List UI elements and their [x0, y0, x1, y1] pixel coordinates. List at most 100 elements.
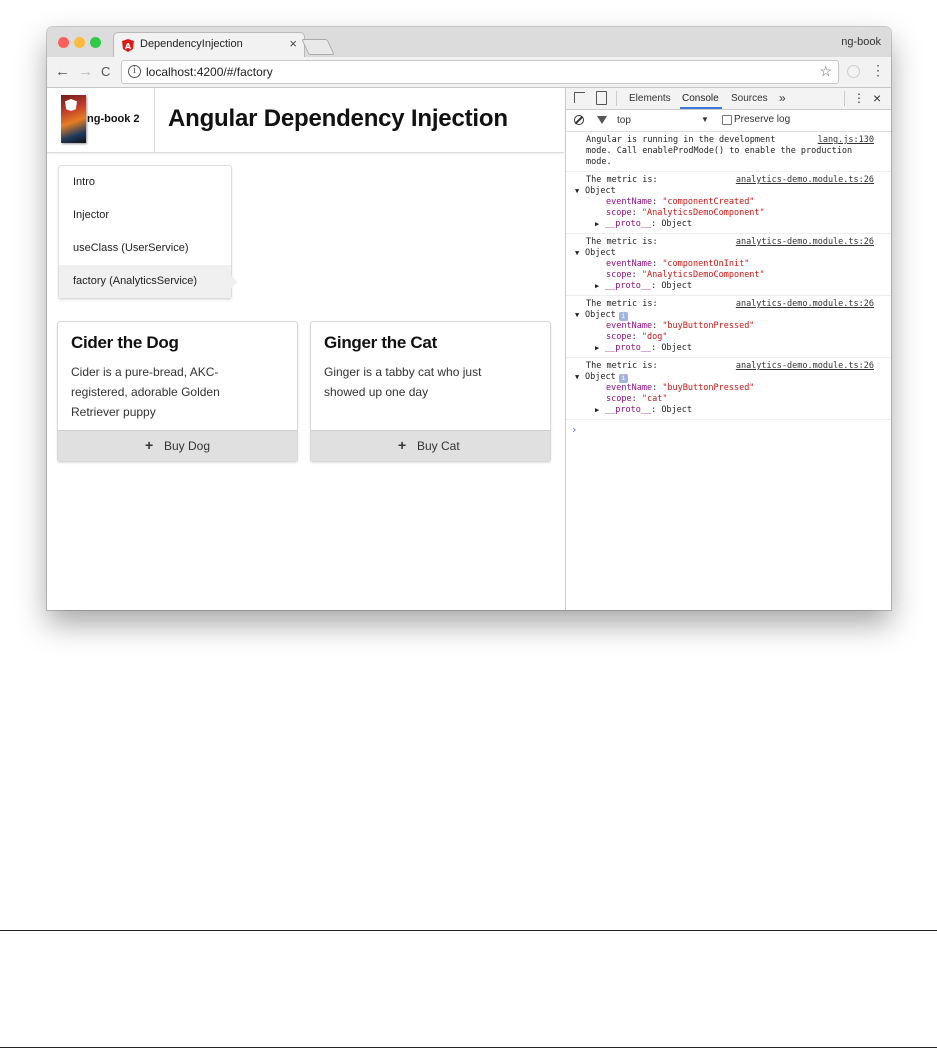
- source-link[interactable]: lang.js:130: [818, 135, 874, 145]
- console-message: The metric is: analytics-demo.module.ts:2…: [566, 172, 891, 234]
- object-header[interactable]: ▼ Object i: [575, 310, 886, 321]
- reload-icon[interactable]: C: [101, 64, 110, 79]
- svg-text:A: A: [125, 42, 132, 51]
- tab-elements[interactable]: Elements: [629, 93, 671, 104]
- preserve-log-label: Preserve log: [734, 114, 791, 125]
- angular-icon: A: [122, 39, 134, 52]
- back-icon[interactable]: ←: [55, 63, 70, 80]
- source-link[interactable]: analytics-demo.module.ts:26: [736, 175, 874, 185]
- button-label: Buy Dog: [164, 439, 211, 453]
- tab-title: DependencyInjection: [140, 38, 243, 50]
- source-link[interactable]: analytics-demo.module.ts:26: [736, 237, 874, 247]
- angular-shield-icon: [65, 99, 77, 111]
- object-header[interactable]: ▼ Object i: [575, 372, 886, 383]
- tab-sources[interactable]: Sources: [731, 93, 768, 104]
- object-header[interactable]: ▼ Object: [575, 248, 886, 259]
- property-key: __proto__: [605, 343, 652, 353]
- object-label: Object: [585, 248, 616, 258]
- page-rule: [0, 1047, 937, 1048]
- menu-item-label: Injector: [73, 209, 110, 221]
- property-key: __proto__: [605, 281, 652, 291]
- close-devtools-icon[interactable]: ×: [873, 90, 881, 106]
- plus-icon: +: [145, 437, 154, 453]
- expand-triangle-icon[interactable]: ▼: [575, 372, 585, 383]
- inspect-element-icon[interactable]: [574, 92, 585, 103]
- object-header[interactable]: ▼ Object: [575, 186, 886, 197]
- menu-item-useclass[interactable]: useClass (UserService): [59, 232, 231, 265]
- browser-tab[interactable]: A DependencyInjection ×: [113, 32, 305, 58]
- expand-triangle-icon[interactable]: ▼: [575, 248, 585, 259]
- browser-toolbar: ← → C i localhost:4200/#/factory ☆ ⋮: [47, 57, 891, 88]
- console-prompt[interactable]: ›: [566, 420, 891, 439]
- console-message: The metric is: analytics-demo.module.ts:2…: [566, 296, 891, 358]
- divider: [844, 91, 845, 106]
- property-value: Object: [661, 219, 693, 229]
- more-tabs-icon[interactable]: »: [779, 91, 786, 105]
- property-key: eventName: [606, 321, 653, 331]
- info-badge-icon[interactable]: i: [618, 312, 628, 321]
- active-tab-indicator: [680, 107, 722, 109]
- property-value: "componentOnInit": [662, 259, 750, 269]
- property-key: __proto__: [605, 219, 652, 229]
- info-icon[interactable]: i: [128, 65, 141, 78]
- url-text[interactable]: localhost:4200/#/factory: [146, 65, 273, 79]
- collapsed-triangle-icon[interactable]: ▶: [595, 281, 605, 292]
- button-label: Buy Cat: [417, 439, 460, 453]
- dropdown-arrow-icon[interactable]: ▼: [701, 115, 709, 124]
- profile-name[interactable]: ng-book: [841, 36, 881, 48]
- zoom-window-button[interactable]: [90, 37, 101, 48]
- console-message: The metric is: analytics-demo.module.ts:2…: [566, 358, 891, 420]
- collapsed-triangle-icon[interactable]: ▶: [595, 405, 605, 416]
- extension-icon[interactable]: [847, 65, 860, 78]
- console-message: Angular is running in the development mo…: [566, 132, 891, 172]
- property-key: __proto__: [605, 405, 652, 415]
- object-label: Object: [585, 186, 616, 196]
- property-key: eventName: [606, 259, 653, 269]
- property-value: Object: [661, 281, 693, 291]
- app-header: ng-book 2 Angular Dependency Injection: [47, 88, 564, 153]
- header-divider: [154, 88, 155, 152]
- menu-item-injector[interactable]: Injector: [59, 199, 231, 232]
- buy-cat-button[interactable]: + Buy Cat: [311, 430, 550, 461]
- devtools-menu-icon[interactable]: ⋮: [853, 91, 865, 105]
- clear-console-icon[interactable]: [574, 115, 584, 125]
- active-pointer: [231, 276, 238, 288]
- close-tab-icon[interactable]: ×: [289, 36, 297, 51]
- buy-dog-button[interactable]: + Buy Dog: [58, 430, 297, 461]
- expand-triangle-icon[interactable]: ▼: [575, 310, 585, 321]
- property-value: "AnalyticsDemoComponent": [641, 270, 765, 280]
- collapsed-triangle-icon[interactable]: ▶: [595, 219, 605, 230]
- preserve-log-checkbox[interactable]: [722, 115, 732, 125]
- card-title: Cider the Dog: [71, 333, 179, 352]
- forward-icon[interactable]: →: [78, 63, 93, 80]
- info-badge-icon[interactable]: i: [618, 374, 628, 383]
- new-tab-button[interactable]: [301, 39, 335, 55]
- property-value: "AnalyticsDemoComponent": [641, 208, 765, 218]
- collapsed-triangle-icon[interactable]: ▶: [595, 343, 605, 354]
- menu-item-intro[interactable]: Intro: [59, 166, 231, 199]
- context-selector[interactable]: top: [617, 115, 631, 126]
- web-page: ng-book 2 Angular Dependency Injection I…: [47, 88, 565, 610]
- expand-triangle-icon[interactable]: ▼: [575, 186, 585, 197]
- property-key: scope: [606, 332, 632, 342]
- property-value: "buyButtonPressed": [662, 383, 755, 393]
- console-toolbar: top ▼ Preserve log: [566, 110, 891, 132]
- close-window-button[interactable]: [58, 37, 69, 48]
- property-key: eventName: [606, 383, 653, 393]
- address-bar[interactable]: i localhost:4200/#/factory ☆: [121, 60, 839, 84]
- bookmark-star-icon[interactable]: ☆: [819, 63, 832, 80]
- property-value: "dog": [641, 332, 668, 342]
- side-menu: Intro Injector useClass (UserService) fa…: [58, 165, 238, 299]
- property-value: Object: [661, 343, 693, 353]
- filter-icon[interactable]: [597, 116, 607, 124]
- browser-menu-icon[interactable]: ⋮: [871, 62, 885, 79]
- book-cover-logo: [61, 95, 86, 143]
- source-link[interactable]: analytics-demo.module.ts:26: [736, 361, 874, 371]
- tab-console[interactable]: Console: [682, 93, 719, 104]
- minimize-window-button[interactable]: [74, 37, 85, 48]
- source-link[interactable]: analytics-demo.module.ts:26: [736, 299, 874, 309]
- object-label: Object: [585, 310, 616, 320]
- menu-item-factory[interactable]: factory (AnalyticsService): [59, 265, 238, 298]
- console-text: mode. Call enableProdMode() to enable th…: [586, 146, 853, 156]
- device-toolbar-icon[interactable]: [596, 91, 607, 105]
